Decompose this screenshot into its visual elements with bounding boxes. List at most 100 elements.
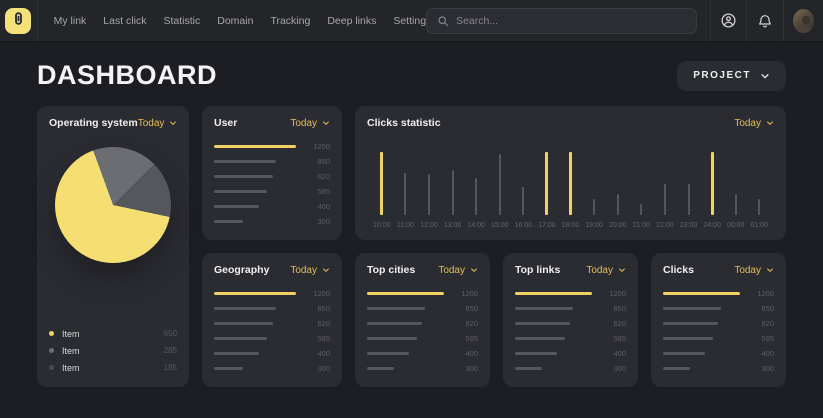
vbar-area: [545, 152, 548, 215]
hbar-row: 620: [367, 319, 478, 327]
hbar: [515, 367, 542, 370]
hbar: [214, 367, 243, 370]
clicks-statistic-today-filter[interactable]: Today: [734, 118, 774, 129]
time-label: 14:00: [467, 222, 485, 229]
hbar-track: [367, 352, 444, 355]
legend-value: 650: [164, 329, 177, 338]
vbar: [569, 152, 572, 215]
hbar-value: 620: [306, 319, 330, 328]
hbar-row: 300: [367, 364, 478, 372]
hbar-track: [367, 292, 444, 295]
vbar-area: [664, 152, 666, 215]
card-title: Top links: [515, 264, 560, 276]
hbar-track: [214, 307, 296, 310]
hbar-row: 1200: [367, 289, 478, 297]
card-top-links: Top links Today 1200850620585400300: [503, 253, 638, 387]
hbar: [367, 307, 425, 310]
hbar: [367, 322, 422, 325]
time-label: 10:00: [373, 222, 391, 229]
divider: [37, 0, 38, 41]
nav-link-last-click[interactable]: Last click: [103, 15, 146, 27]
hbar-value: 620: [306, 172, 330, 181]
vbar-column: 01:00: [748, 137, 772, 229]
vbar-column: 10:00: [370, 137, 394, 229]
time-label: 00:00: [727, 222, 745, 229]
legend-value: 285: [164, 346, 177, 355]
legend-item: Item185: [49, 362, 177, 373]
clicks-bar-chart: 1200850620585400300: [663, 289, 774, 372]
vbar: [688, 184, 690, 216]
hbar-track: [214, 367, 296, 370]
card-operating-system: Operating system Today Item650Item285Ite…: [37, 106, 189, 387]
legend-dot: [49, 365, 54, 370]
clicks-statistic-bar-chart: 10:0011:0012:0013:0014:0015:0016:0017:00…: [367, 137, 774, 229]
card-clicks-statistic: Clicks statistic Today 10:0011:0012:0013…: [355, 106, 786, 240]
hbar-track: [214, 175, 296, 178]
top-cities-today-filter[interactable]: Today: [438, 265, 478, 276]
hbar: [214, 175, 273, 178]
hbar-track: [663, 367, 740, 370]
account-icon[interactable]: [711, 0, 747, 42]
nav-links: My link Last click Statistic Domain Tracking…: [54, 15, 426, 27]
time-label: 11:00: [397, 222, 414, 229]
search-input[interactable]: [456, 15, 686, 27]
hbar-value: 585: [306, 334, 330, 343]
nav-link-domain[interactable]: Domain: [217, 15, 253, 27]
card-title: Operating system: [49, 117, 138, 129]
time-label: 15:00: [491, 222, 509, 229]
user-today-filter[interactable]: Today: [290, 118, 330, 129]
vbar-area: [404, 152, 406, 215]
chevron-down-icon: [766, 119, 774, 127]
vbar: [545, 152, 548, 215]
hbar-row: 400: [214, 349, 330, 357]
hbar-track: [515, 352, 592, 355]
hbar-value: 1200: [602, 289, 626, 298]
hbar-row: 620: [214, 319, 330, 327]
vbar: [735, 194, 737, 215]
nav-link-setting[interactable]: Setting: [393, 15, 426, 27]
geography-today-filter[interactable]: Today: [290, 265, 330, 276]
user-avatar[interactable]: [793, 9, 814, 33]
top-cities-bar-chart: 1200850620585400300: [367, 289, 478, 372]
vbar: [499, 154, 501, 215]
hbar-row: 585: [214, 334, 330, 342]
nav-link-my-link[interactable]: My link: [54, 15, 87, 27]
hbar-track: [515, 307, 592, 310]
hbar: [663, 307, 721, 310]
vbar-column: 00:00: [724, 137, 748, 229]
legend-label: Item: [62, 346, 80, 356]
vbar-column: 14:00: [464, 137, 488, 229]
nav-link-deep-links[interactable]: Deep links: [327, 15, 376, 27]
vbar-column: 22:00: [653, 137, 677, 229]
project-dropdown-button[interactable]: PROJECT: [677, 61, 786, 91]
top-links-today-filter[interactable]: Today: [586, 265, 626, 276]
nav-link-statistic[interactable]: Statistic: [163, 15, 200, 27]
bell-icon[interactable]: [747, 0, 783, 42]
vbar: [428, 174, 430, 215]
card-title: User: [214, 117, 237, 129]
hbar-track: [214, 337, 296, 340]
time-label: 23:00: [680, 222, 698, 229]
hbar-value: 1200: [306, 289, 330, 298]
hbar-row: 850: [663, 304, 774, 312]
nav-link-tracking[interactable]: Tracking: [270, 15, 310, 27]
operating-system-today-filter[interactable]: Today: [138, 118, 178, 129]
project-button-label: PROJECT: [693, 70, 751, 81]
hbar-value: 300: [306, 217, 330, 226]
hbar-row: 850: [214, 304, 330, 312]
card-title: Top cities: [367, 264, 415, 276]
app-logo[interactable]: [0, 8, 37, 34]
vbar: [711, 152, 714, 215]
hbar: [515, 322, 570, 325]
hbar-value: 585: [306, 187, 330, 196]
hbar-row: 400: [515, 349, 626, 357]
hbar-track: [214, 145, 296, 148]
clicks-today-filter[interactable]: Today: [734, 265, 774, 276]
card-title: Geography: [214, 264, 269, 276]
hbar-value: 300: [602, 364, 626, 373]
page-header: DASHBOARD PROJECT: [0, 60, 823, 91]
hbar-value: 300: [454, 364, 478, 373]
filter-label: Today: [138, 118, 165, 129]
hbar: [515, 337, 565, 340]
hbar: [367, 337, 417, 340]
